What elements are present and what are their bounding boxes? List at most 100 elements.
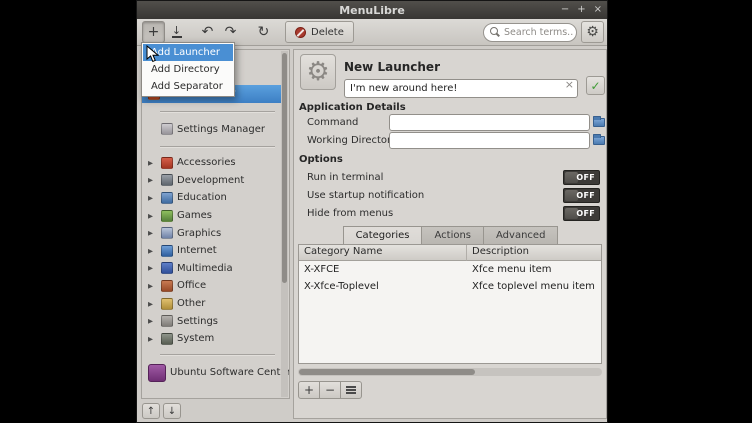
describe-category-button[interactable] xyxy=(340,381,362,399)
minus-icon: − xyxy=(325,383,335,397)
tab-advanced[interactable]: Advanced xyxy=(483,226,558,245)
plus-icon: + xyxy=(304,383,314,397)
software-center-icon xyxy=(148,364,166,382)
description-cell: Xfce toplevel menu item xyxy=(467,281,601,292)
mouse-cursor xyxy=(146,45,159,63)
expander-icon[interactable]: ▶ xyxy=(148,300,157,308)
table-row[interactable]: X-Xfce-Toplevel Xfce toplevel menu item xyxy=(299,278,601,295)
editor-tabs: Categories Actions Advanced xyxy=(294,226,606,245)
approve-name-button[interactable]: ✓ xyxy=(586,76,605,95)
development-icon xyxy=(161,174,173,186)
sidebar-item-label: Office xyxy=(177,280,206,291)
sidebar-item-office[interactable]: ▶ Office xyxy=(142,277,281,295)
accessories-icon xyxy=(161,157,173,169)
other-icon xyxy=(161,298,173,310)
option-startup-notification: Use startup notification OFF xyxy=(307,187,600,203)
settings-button[interactable]: ⚙ xyxy=(581,21,604,43)
tab-actions[interactable]: Actions xyxy=(421,226,484,245)
graphics-icon xyxy=(161,227,173,239)
sidebar-item-software-center[interactable]: Ubuntu Software Center xyxy=(142,362,281,384)
add-button[interactable]: + xyxy=(142,21,165,43)
application-details-heading: Application Details xyxy=(299,102,406,113)
sidebar-item-graphics[interactable]: ▶ Graphics xyxy=(142,224,281,242)
sidebar-item-education[interactable]: ▶ Education xyxy=(142,189,281,207)
expander-icon[interactable]: ▶ xyxy=(148,176,157,184)
scrollbar-thumb[interactable] xyxy=(299,369,475,375)
delete-button[interactable]: Delete xyxy=(285,21,354,43)
arrow-up-icon: ↑ xyxy=(147,406,155,417)
sidebar-item-system[interactable]: ▶ System xyxy=(142,330,281,348)
expander-icon[interactable]: ▶ xyxy=(148,212,157,220)
expander-icon[interactable]: ▶ xyxy=(148,247,157,255)
tab-categories[interactable]: Categories xyxy=(343,226,423,245)
sidebar-item-accessories[interactable]: ▶ Accessories xyxy=(142,154,281,172)
undo-button[interactable]: ↶ xyxy=(196,21,219,43)
page-title: New Launcher xyxy=(344,60,440,74)
sidebar-scrollbar[interactable] xyxy=(281,51,288,397)
working-directory-label: Working Directory xyxy=(307,135,397,146)
settings-manager-icon xyxy=(161,123,173,135)
close-button[interactable]: × xyxy=(594,1,602,19)
command-label: Command xyxy=(307,117,358,128)
multimedia-icon xyxy=(161,262,173,274)
expander-icon[interactable]: ▶ xyxy=(148,282,157,290)
redo-button[interactable]: ↷ xyxy=(219,21,242,43)
sidebar-item-internet[interactable]: ▶ Internet xyxy=(142,242,281,260)
move-down-button[interactable]: ↓ xyxy=(163,403,181,419)
table-row[interactable]: X-XFCE Xfce menu item xyxy=(299,261,601,278)
option-label: Use startup notification xyxy=(307,190,424,201)
sidebar-item-label: Multimedia xyxy=(177,263,233,274)
sidebar-item-label: Development xyxy=(177,175,244,186)
hide-from-menus-switch[interactable]: OFF xyxy=(563,206,600,221)
category-name-cell: X-XFCE xyxy=(299,264,467,275)
expander-icon[interactable]: ▶ xyxy=(148,264,157,272)
sidebar-item-settings-manager[interactable]: Settings Manager xyxy=(142,121,281,139)
screen: MenuLibre − + × + ↓ ↶ ↷ xyxy=(0,0,752,423)
working-directory-input[interactable] xyxy=(389,132,590,149)
option-run-in-terminal: Run in terminal OFF xyxy=(307,169,600,185)
column-header-category-name[interactable]: Category Name xyxy=(299,245,467,261)
search-box[interactable] xyxy=(483,23,577,42)
sidebar-item-label: Internet xyxy=(177,245,217,256)
launcher-icon-button[interactable]: ⚙ xyxy=(300,54,336,90)
expander-icon[interactable]: ▶ xyxy=(148,335,157,343)
list-icon xyxy=(346,386,356,388)
scrollbar-thumb[interactable] xyxy=(282,53,287,283)
add-category-button[interactable]: + xyxy=(298,381,320,399)
internet-icon xyxy=(161,245,173,257)
minimize-button[interactable]: − xyxy=(561,1,569,19)
office-icon xyxy=(161,280,173,292)
search-input[interactable] xyxy=(504,27,574,38)
menu-item-add-directory[interactable]: Add Directory xyxy=(143,61,233,78)
revert-button[interactable]: ↻ xyxy=(252,21,275,43)
launcher-name-input[interactable] xyxy=(344,79,578,98)
sidebar-item-multimedia[interactable]: ▶ Multimedia xyxy=(142,260,281,278)
clear-icon[interactable]: × xyxy=(565,78,574,91)
expander-icon[interactable]: ▶ xyxy=(148,317,157,325)
titlebar[interactable]: MenuLibre − + × xyxy=(137,1,607,19)
command-browse-button[interactable] xyxy=(592,114,606,131)
redo-icon: ↷ xyxy=(225,24,237,40)
save-launcher-button[interactable]: ↓ xyxy=(165,21,188,43)
table-horizontal-scrollbar[interactable] xyxy=(298,368,602,376)
working-directory-browse-button[interactable] xyxy=(592,132,606,149)
startup-notification-switch[interactable]: OFF xyxy=(563,188,600,203)
expander-icon[interactable]: ▶ xyxy=(148,194,157,202)
gear-icon: ⚙ xyxy=(306,57,329,87)
menu-item-add-separator[interactable]: Add Separator xyxy=(143,78,233,95)
sidebar-item-development[interactable]: ▶ Development xyxy=(142,172,281,190)
expander-icon[interactable]: ▶ xyxy=(148,229,157,237)
maximize-button[interactable]: + xyxy=(577,1,585,19)
remove-category-button[interactable]: − xyxy=(319,381,341,399)
sidebar-item-label: Settings xyxy=(177,316,218,327)
move-up-button[interactable]: ↑ xyxy=(142,403,160,419)
gear-icon: ⚙ xyxy=(586,24,599,40)
sidebar-item-other[interactable]: ▶ Other xyxy=(142,295,281,313)
sidebar-item-settings[interactable]: ▶ Settings xyxy=(142,312,281,330)
expander-icon[interactable]: ▶ xyxy=(148,159,157,167)
sidebar-item-games[interactable]: ▶ Games xyxy=(142,207,281,225)
command-input[interactable] xyxy=(389,114,590,131)
run-in-terminal-switch[interactable]: OFF xyxy=(563,170,600,185)
column-header-description[interactable]: Description xyxy=(467,245,601,261)
menu-tree: New Launcher Settings Manager ▶ Accessor… xyxy=(141,49,290,399)
